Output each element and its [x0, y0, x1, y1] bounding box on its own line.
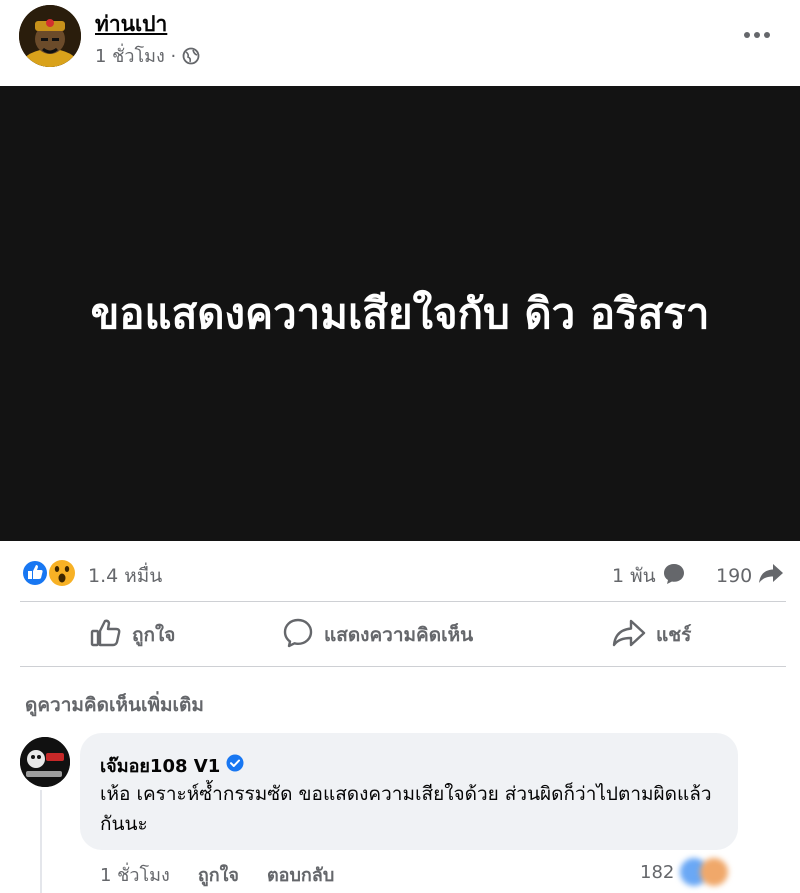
- more-horizontal-icon: [743, 24, 771, 43]
- commenter-name[interactable]: เจ๊มอย108 V1: [100, 751, 220, 780]
- wow-icon: [49, 560, 75, 586]
- like-button[interactable]: ถูกใจ: [90, 604, 175, 666]
- commenter-name-row: เจ๊มอย108 V1: [100, 751, 244, 780]
- comment-reaction-count: 182: [640, 861, 675, 883]
- comment-text: เห้อ เคราะห์ซ้ำกรรมซัด ขอแสดงความเสียใจด…: [100, 783, 712, 835]
- reactions-summary: 1.4 หมื่น 1 พัน 190: [0, 541, 800, 601]
- divider: [20, 601, 786, 602]
- author-avatar[interactable]: [19, 5, 81, 67]
- comment-bubble-icon: [662, 562, 686, 591]
- comment-reply-button[interactable]: ตอบกลับ: [267, 860, 334, 889]
- post-header: ท่านเปา 1 ชั่วโมง ·: [0, 0, 800, 86]
- share-label: แชร์: [656, 624, 692, 646]
- more-options-button[interactable]: [740, 20, 774, 46]
- share-arrow-icon: [758, 561, 784, 590]
- shares-count-text: 190: [716, 564, 753, 587]
- view-more-comments-link[interactable]: ดูความคิดเห็นเพิ่มเติม: [25, 690, 204, 720]
- comment-button[interactable]: แสดงความคิดเห็น: [282, 604, 473, 666]
- thumbs-up-icon: [90, 618, 122, 653]
- author-name[interactable]: ท่านเปา: [95, 8, 167, 41]
- shares-count[interactable]: 190: [716, 561, 784, 590]
- comment-label: แสดงความคิดเห็น: [324, 624, 474, 646]
- like-icon: [21, 559, 49, 587]
- post-meta: 1 ชั่วโมง ·: [95, 41, 200, 70]
- reaction-icons[interactable]: [20, 559, 80, 587]
- comment-reactions[interactable]: 182: [640, 858, 729, 886]
- commenter-avatar[interactable]: [20, 737, 70, 787]
- post-actions: ถูกใจ แสดงความคิดเห็น แชร์: [20, 604, 786, 666]
- comment-bubble: เจ๊มอย108 V1 เห้อ เคราะห์ซ้ำกรรมซัด ขอแส…: [80, 733, 738, 850]
- comment-thread-line: [40, 790, 42, 893]
- divider: [20, 666, 786, 667]
- comment-like-button[interactable]: ถูกใจ: [198, 860, 239, 889]
- post-image[interactable]: ขอแสดงความเสียใจกับ ดิว อริสรา: [0, 86, 800, 541]
- comment-footer: 1 ชั่วโมง ถูกใจ ตอบกลับ: [100, 860, 334, 889]
- globe-icon: [182, 47, 200, 65]
- comment-time[interactable]: 1 ชั่วโมง: [100, 860, 170, 889]
- share-icon: [612, 618, 646, 653]
- share-button[interactable]: แชร์: [612, 604, 691, 666]
- reaction-count[interactable]: 1.4 หมื่น: [88, 561, 162, 591]
- post-time[interactable]: 1 ชั่วโมง ·: [95, 41, 176, 70]
- comment-icon: [282, 617, 314, 654]
- reaction-icon: [700, 858, 729, 886]
- comments-count[interactable]: 1 พัน: [612, 561, 686, 591]
- comments-count-text: 1 พัน: [612, 565, 656, 587]
- like-label: ถูกใจ: [132, 624, 176, 646]
- verified-badge-icon: [226, 754, 244, 777]
- post-image-text: ขอแสดงความเสียใจกับ ดิว อริสรา: [90, 288, 710, 338]
